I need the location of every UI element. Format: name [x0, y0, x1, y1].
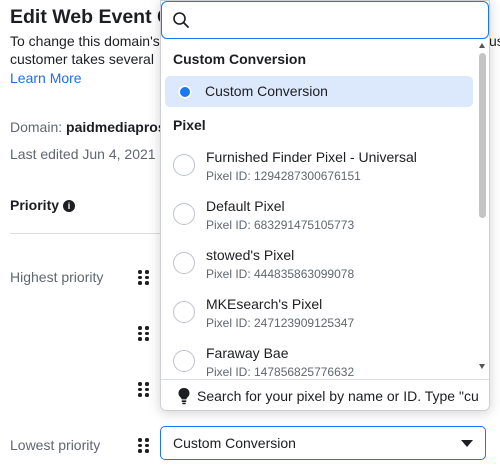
last-edited: Last edited Jun 4, 2021 [10, 146, 156, 162]
group-heading-pixel: Pixel [173, 117, 206, 133]
page-title: Edit Web Event C [10, 6, 172, 28]
radio-unselected-icon [173, 203, 195, 225]
option-label: Custom Conversion [205, 83, 328, 99]
priority-title: Priority [10, 197, 60, 213]
search-icon [173, 12, 189, 28]
scroll-down-icon[interactable] [479, 364, 485, 369]
pixel-option[interactable]: Furnished Finder Pixel - Universal Pixel… [161, 145, 473, 194]
radio-unselected-icon [173, 154, 195, 176]
lowest-priority-select[interactable]: Custom Conversion [160, 426, 486, 460]
pixel-id: Pixel ID: 444835863099078 [206, 267, 355, 281]
pixel-option[interactable]: stowed's Pixel Pixel ID: 444835863099078 [161, 243, 473, 292]
pixel-name: Default Pixel [206, 198, 285, 214]
radio-unselected-icon [173, 301, 195, 323]
domain-value: paidmediapros [66, 119, 166, 135]
search-input[interactable] [161, 1, 489, 39]
option-custom-conversion[interactable]: Custom Conversion [165, 76, 473, 107]
caret-down-icon [461, 439, 473, 447]
search-hint-footer: Search for your pixel by name or ID. Typ… [161, 379, 489, 410]
radio-selected-icon [178, 85, 192, 99]
pixel-name: Faraway Bae [206, 345, 289, 361]
priority-heading: Priority i [10, 197, 76, 213]
domain-row: Domain: paidmediapros [10, 119, 166, 135]
pixel-option[interactable]: Faraway Bae Pixel ID: 147856825776632 [161, 341, 473, 376]
pixel-id: Pixel ID: 247123909125347 [206, 316, 355, 330]
pixel-id: Pixel ID: 683291475105773 [206, 218, 355, 232]
group-heading-custom-conversion: Custom Conversion [173, 51, 307, 67]
drag-handle-icon[interactable] [138, 326, 149, 341]
description-line-2: customer takes several [10, 51, 154, 67]
highest-priority-label: Highest priority [10, 269, 104, 285]
pixel-option[interactable]: Default Pixel Pixel ID: 683291475105773 [161, 194, 473, 243]
pixel-id: Pixel ID: 147856825776632 [206, 365, 355, 376]
info-icon[interactable]: i [63, 200, 76, 212]
pixel-option[interactable]: MKEsearch's Pixel Pixel ID: 247123909125… [161, 292, 473, 341]
lightbulb-icon [178, 388, 190, 405]
scrollbar[interactable] [478, 41, 487, 371]
drag-handle-icon[interactable] [138, 382, 149, 397]
radio-unselected-icon [173, 252, 195, 274]
pixel-name: stowed's Pixel [206, 247, 295, 263]
scroll-up-icon[interactable] [479, 43, 485, 48]
search-hint-text: Search for your pixel by name or ID. Typ… [197, 388, 479, 404]
description-line-1: To change this domain's [10, 33, 160, 49]
domain-label: Domain: [10, 119, 63, 135]
pixel-name: MKEsearch's Pixel [206, 296, 323, 312]
learn-more-link[interactable]: Learn More [10, 70, 82, 86]
drag-handle-icon[interactable] [138, 270, 149, 285]
description-line-1-tail: us [489, 33, 500, 49]
drag-handle-icon[interactable] [138, 438, 149, 453]
select-value: Custom Conversion [173, 435, 296, 451]
option-list: Custom Conversion Custom Conversion Pixe… [161, 39, 489, 376]
scroll-thumb[interactable] [479, 53, 486, 218]
pixel-id: Pixel ID: 1294287300676151 [206, 169, 361, 183]
event-source-dropdown: Custom Conversion Custom Conversion Pixe… [160, 0, 490, 411]
pixel-name: Furnished Finder Pixel - Universal [206, 149, 417, 165]
radio-unselected-icon [173, 350, 195, 372]
lowest-priority-label: Lowest priority [10, 437, 101, 453]
